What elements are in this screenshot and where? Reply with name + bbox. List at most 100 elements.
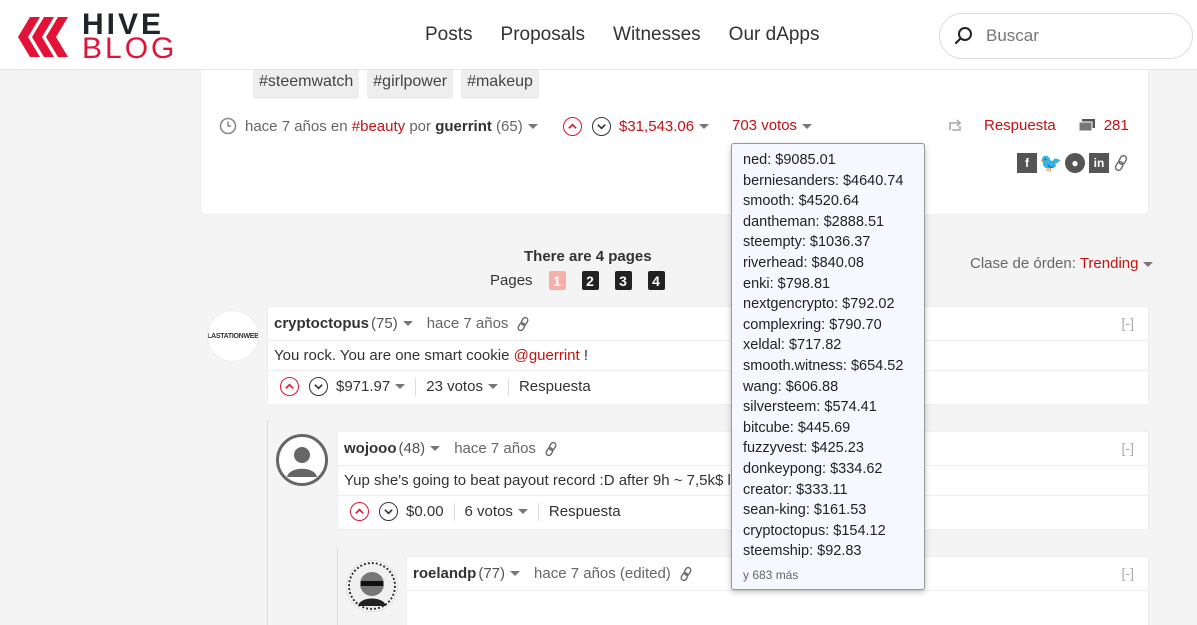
page-4-button[interactable]: 4 [647,271,665,290]
payout-caret-icon[interactable] [395,384,406,389]
link-icon[interactable] [679,566,693,582]
link-icon[interactable] [1113,154,1129,172]
voter-row[interactable]: steemship: $92.83 [743,541,924,562]
avatar[interactable] [346,560,398,612]
search-box[interactable] [939,13,1193,59]
comments-icon [1078,118,1095,131]
voter-row[interactable]: fuzzyvest: $425.23 [743,438,924,459]
reddit-icon[interactable]: ● [1065,153,1085,173]
downvote-button[interactable] [592,117,611,136]
comment-author[interactable]: roelandp [413,565,476,582]
voter-row[interactable]: creator: $333.11 [743,480,924,501]
voter-row[interactable]: silversteem: $574.41 [743,397,924,418]
tag-steemwatch[interactable]: #steemwatch [253,70,360,99]
mention-link[interactable]: @guerrint [514,347,580,364]
author-caret-icon[interactable] [402,321,413,326]
voter-row[interactable]: complexring: $790.70 [743,315,924,336]
chevron-down-icon [384,509,393,515]
sort-caret-icon[interactable] [1143,261,1154,267]
author-caret-icon[interactable] [430,446,441,451]
voter-row[interactable]: smooth.witness: $654.52 [743,356,924,377]
upvote-button[interactable] [350,502,369,521]
downvote-button[interactable] [379,502,398,521]
linkedin-icon[interactable]: in [1089,153,1109,173]
voter-row[interactable]: steempty: $1036.37 [743,232,924,253]
comment-votes[interactable]: 6 votos [465,503,513,520]
voter-row[interactable]: ned: $9085.01 [743,150,924,171]
search-icon [954,27,972,45]
tag-girlpower[interactable]: #girlpower [367,70,454,99]
voter-row[interactable]: smooth: $4520.64 [743,191,924,212]
comment-footer: $0.00 6 votos Respuesta [350,502,621,521]
collapse-button[interactable]: [-] [1122,565,1134,581]
comment-payout[interactable]: $0.00 [406,503,444,520]
voter-row[interactable]: enki: $798.81 [743,274,924,295]
separator [507,377,509,396]
voter-row[interactable]: sean-king: $161.53 [743,500,924,521]
voter-row[interactable]: dantheman: $2888.51 [743,212,924,233]
post-category[interactable]: #beauty [352,118,405,135]
voter-row[interactable]: berniesanders: $4640.74 [743,171,924,192]
post-reply-link[interactable]: Respuesta [984,117,1056,134]
voter-row[interactable]: wang: $606.88 [743,377,924,398]
clock-icon [219,117,237,135]
comment-reply-link[interactable]: Respuesta [519,378,591,395]
author-caret-icon[interactable] [527,123,538,129]
search-input[interactable] [986,26,1166,46]
author-caret-icon[interactable] [510,571,521,576]
page-2-button[interactable]: 2 [581,271,599,290]
post-payout[interactable]: $31,543.06 [619,118,694,135]
facebook-icon[interactable]: f [1017,153,1037,173]
voters-more: y 683 más [743,567,799,582]
voter-row[interactable]: donkeypong: $334.62 [743,459,924,480]
reblog-icon[interactable] [946,118,964,134]
comment-author[interactable]: cryptoctopus [274,315,369,332]
sort-select[interactable]: Trending [1080,255,1139,272]
votes-count-label: 703 votos [732,117,798,134]
votes-caret-icon [802,123,813,129]
comment-time[interactable]: hace 7 años [454,440,536,457]
share-icons: f 🐦 ● in [1017,153,1129,173]
upvote-button[interactable] [563,117,582,136]
hive-blog-logo[interactable]: HIVE BLOG [16,10,177,64]
upvote-button[interactable] [280,377,299,396]
comment-footer: $971.97 23 votos Respuesta [280,377,591,396]
sort-label: Clase de órden: [970,255,1076,272]
nav-our-dapps[interactable]: Our dApps [729,24,820,46]
post-votes-count[interactable]: 703 votos [732,117,813,134]
page-3-button[interactable]: 3 [614,271,632,290]
voter-row[interactable]: cryptoctopus: $154.12 [743,521,924,542]
nav-posts[interactable]: Posts [425,24,473,46]
link-icon[interactable] [544,441,558,457]
post-by: por [409,117,432,135]
post-author[interactable]: guerrint [435,118,492,135]
voter-row[interactable]: riverhead: $840.08 [743,253,924,274]
nav-witnesses[interactable]: Witnesses [613,24,701,46]
page-1-button[interactable]: 1 [548,271,566,290]
twitter-icon[interactable]: 🐦 [1040,153,1062,173]
voter-row[interactable]: bitcube: $445.69 [743,418,924,439]
comment-payout[interactable]: $971.97 [336,378,390,395]
downvote-button[interactable] [309,377,328,396]
voter-row[interactable]: xeldal: $717.82 [743,335,924,356]
comment-time[interactable]: hace 7 años (edited) [534,565,671,582]
comment-author-rep: (48) [398,440,426,457]
tag-makeup[interactable]: #makeup [461,70,539,99]
payout-caret-icon[interactable] [699,124,710,129]
comment-time[interactable]: hace 7 años [427,315,509,332]
avatar[interactable] [276,434,328,486]
collapse-button[interactable]: [-] [1122,440,1134,456]
votes-caret-icon[interactable] [517,509,528,514]
voter-row[interactable]: nextgencrypto: $792.02 [743,294,924,315]
collapse-button[interactable]: [-] [1122,315,1134,331]
link-icon[interactable] [516,316,530,332]
comment-reply-link[interactable]: Respuesta [549,503,621,520]
nav-proposals[interactable]: Proposals [501,24,586,46]
divider [268,370,1148,371]
post-author-rep: (65) [496,117,523,135]
post-comment-count[interactable]: 281 [1104,117,1129,134]
votes-caret-icon[interactable] [487,384,498,389]
avatar[interactable]: LASTATIONWEB [207,310,259,362]
comment-author[interactable]: wojooo [344,440,397,457]
comment-votes[interactable]: 23 votos [426,378,483,395]
